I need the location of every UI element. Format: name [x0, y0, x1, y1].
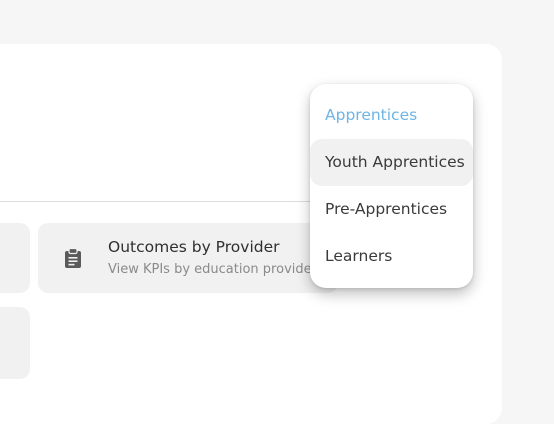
card-subtitle: View KPIs by education provider: [108, 262, 317, 277]
menu-item-learners[interactable]: Learners: [310, 233, 473, 280]
report-card-partial[interactable]: [0, 307, 30, 379]
menu-item-apprentices[interactable]: Apprentices: [310, 92, 473, 139]
menu-item-pre-apprentices[interactable]: Pre-Apprentices: [310, 186, 473, 233]
report-card-partial[interactable]: [0, 223, 30, 293]
clipboard-icon: [64, 247, 82, 268]
card-title: Outcomes by Provider: [108, 238, 280, 256]
section-divider: [0, 201, 312, 202]
menu-item-youth-apprentices[interactable]: Youth Apprentices: [310, 139, 473, 186]
category-dropdown-menu: Apprentices Youth Apprentices Pre-Appren…: [310, 84, 473, 288]
outcomes-by-provider-card[interactable]: Outcomes by Provider View KPIs by educat…: [38, 223, 338, 293]
